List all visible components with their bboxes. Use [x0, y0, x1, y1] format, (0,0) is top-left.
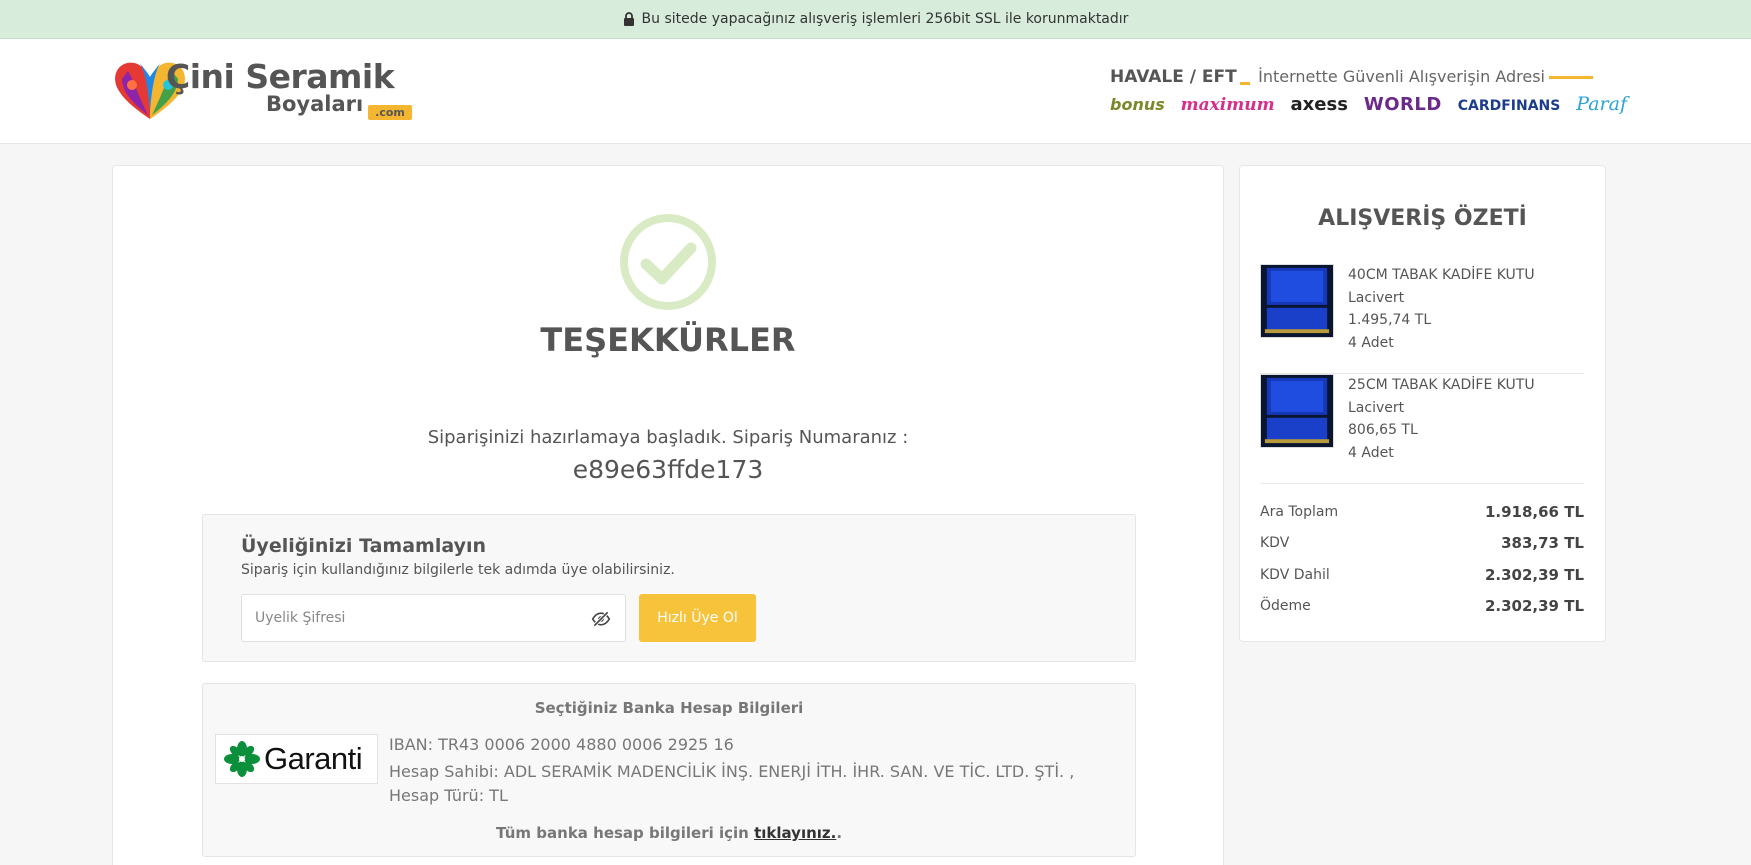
product-price: 806,65 TL	[1348, 422, 1418, 438]
summary-title: ALIŞVERİŞ ÖZETİ	[1318, 206, 1527, 231]
site-logo[interactable]: Çini Seramik Boyaları .com	[110, 55, 415, 125]
eye-slash-icon[interactable]	[591, 609, 611, 629]
logo-text-primary: Çini Seramik	[166, 57, 395, 96]
secure-shopping-slogan: İnternette Güvenli Alışverişin Adresi	[1258, 67, 1545, 86]
membership-subtitle: Sipariş için kullandığınız bilgilerle te…	[241, 562, 675, 578]
logo-com-badge: .com	[368, 105, 412, 120]
ssl-notice-text: Bu sitede yapacağınız alışveriş işlemler…	[641, 11, 1129, 27]
password-field	[241, 594, 626, 642]
product-quantity: 4 Adet	[1348, 334, 1394, 351]
summary-item: 25CM TABAK KADİFE KUTU Lacivert 806,65 T…	[1260, 374, 1584, 484]
world-card-logo: WORLD	[1363, 94, 1442, 115]
membership-title: Üyeliğinizi Tamamlayın	[241, 535, 486, 557]
summary-totals: Ara Toplam 1.918,66 TL KDV 383,73 TL KDV…	[1260, 496, 1584, 622]
product-color: Lacivert	[1348, 289, 1405, 306]
product-quantity: 4 Adet	[1348, 444, 1394, 461]
product-price: 1.495,74 TL	[1348, 312, 1432, 328]
membership-panel: Üyeliğinizi Tamamlayın Sipariş için kull…	[202, 514, 1136, 662]
axess-card-logo: axess	[1290, 94, 1348, 115]
account-holder-text: Hesap Sahibi: ADL SERAMİK MADENCİLİK İNŞ…	[389, 762, 1075, 805]
clover-icon	[224, 741, 260, 777]
bank-name: Garanti	[264, 741, 363, 776]
cardfinans-card-logo: CARDFINANS	[1457, 98, 1561, 114]
logo-text-secondary: Boyaları	[266, 92, 364, 116]
subtotal-row: Ara Toplam 1.918,66 TL	[1260, 502, 1584, 521]
membership-password-input[interactable]	[242, 595, 572, 641]
all-bank-info-link[interactable]: tıklayınız.	[754, 824, 836, 842]
paraf-card-logo: Paraf	[1576, 93, 1627, 115]
shopping-summary-panel: ALIŞVERİŞ ÖZETİ 40CM TABAK KADİFE KUTU L…	[1239, 165, 1606, 642]
check-circle-icon	[620, 214, 716, 310]
order-confirmation-card: TEŞEKKÜRLER Siparişinizi hazırlamaya baş…	[112, 165, 1224, 865]
summary-item: 40CM TABAK KADİFE KUTU Lacivert 1.495,74…	[1260, 264, 1584, 374]
bank-account-panel: Seçtiğiniz Banka Hesap Bilgileri Garanti…	[202, 683, 1136, 857]
iban-text: IBAN: TR43 0006 2000 4880 0006 2925 16	[389, 735, 734, 754]
product-name: 40CM TABAK KADİFE KUTU	[1348, 267, 1535, 283]
site-header: Çini Seramik Boyaları .com HAVALE / EFT …	[0, 39, 1751, 144]
garanti-bank-logo: Garanti	[215, 734, 378, 784]
lock-icon	[623, 12, 635, 26]
bank-info-footer: Tüm banka hesap bilgileri için tıklayını…	[495, 824, 843, 842]
bonus-card-logo: bonus	[1110, 95, 1165, 114]
product-image	[1260, 264, 1334, 338]
vat-included-row: KDV Dahil 2.302,39 TL	[1260, 565, 1584, 584]
maximum-card-logo: maximum	[1180, 95, 1275, 115]
bank-panel-title: Seçtiğiniz Banka Hesap Bilgileri	[534, 699, 804, 717]
havale-eft-label: HAVALE / EFT	[1110, 67, 1237, 87]
ssl-notice-bar: Bu sitede yapacağınız alışveriş işlemler…	[0, 0, 1751, 39]
order-number: e89e63ffde173	[572, 455, 764, 484]
quick-join-button[interactable]: Hızlı Üye Ol	[639, 594, 756, 642]
product-image	[1260, 374, 1334, 448]
product-color: Lacivert	[1348, 399, 1405, 416]
vat-row: KDV 383,73 TL	[1260, 534, 1584, 553]
payment-methods-banner: HAVALE / EFT İnternette Güvenli Alışveri…	[1110, 67, 1627, 123]
order-message: Siparişinizi hazırlamaya başladık. Sipar…	[427, 427, 909, 448]
thank-you-title: TEŞEKKÜRLER	[540, 321, 796, 359]
payment-total-row: Ödeme 2.302,39 TL	[1260, 597, 1584, 616]
product-name: 25CM TABAK KADİFE KUTU	[1348, 377, 1535, 393]
